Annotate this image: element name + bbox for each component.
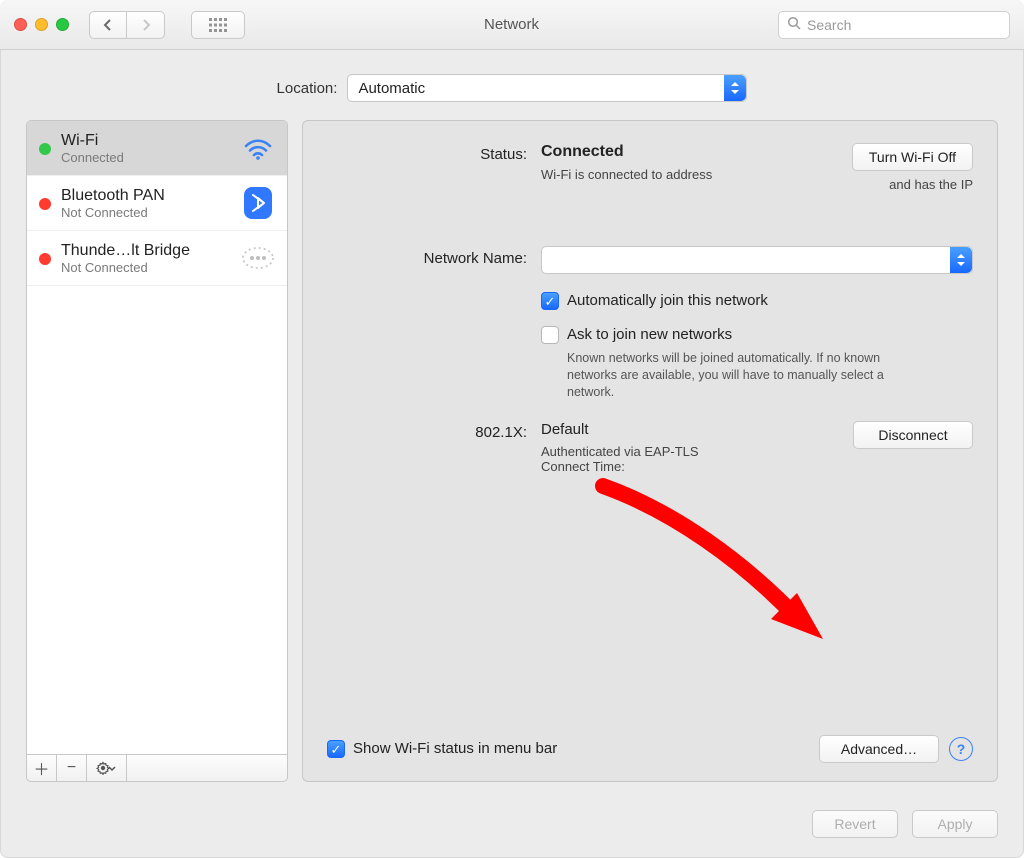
search-input[interactable]: Search	[778, 11, 1010, 39]
nav-arrows	[89, 11, 165, 39]
show-menu-bar-checkbox[interactable]: Show Wi-Fi status in menu bar	[327, 740, 557, 758]
sidebar-item-bluetooth[interactable]: Bluetooth PAN Not Connected	[27, 176, 287, 231]
network-name-label: Network Name:	[327, 212, 527, 267]
zoom-icon[interactable]	[56, 18, 69, 31]
window-title: Network	[255, 16, 768, 33]
checkbox-icon	[541, 292, 559, 310]
checkbox-icon	[541, 326, 559, 344]
location-select[interactable]: Automatic	[347, 74, 747, 102]
search-placeholder: Search	[807, 17, 851, 33]
advanced-button[interactable]: Advanced…	[819, 735, 939, 763]
ask-join-checkbox[interactable]: Ask to join new networks	[541, 326, 973, 344]
location-label: Location:	[277, 80, 338, 97]
show-all-button[interactable]	[191, 11, 245, 39]
window-controls	[14, 18, 69, 31]
forward-button[interactable]	[127, 11, 165, 39]
interface-name: Thunde…lt Bridge	[61, 242, 231, 260]
help-button[interactable]: ?	[949, 737, 973, 761]
location-value: Automatic	[358, 80, 425, 97]
thunderbolt-icon	[241, 241, 275, 275]
status-dot-icon	[39, 143, 51, 155]
ask-join-desc: Known networks will be joined automatica…	[541, 350, 901, 401]
interface-name: Bluetooth PAN	[61, 187, 231, 205]
add-interface-button[interactable]: ＋	[27, 755, 57, 781]
show-menu-bar-label: Show Wi-Fi status in menu bar	[353, 740, 557, 757]
bluetooth-icon	[241, 186, 275, 220]
chevron-updown-icon	[950, 247, 972, 273]
network-name-select[interactable]	[541, 246, 973, 274]
interface-status: Connected	[61, 150, 231, 165]
search-icon	[787, 16, 801, 33]
dot1x-connect-time: Connect Time:	[541, 459, 835, 474]
body: Wi-Fi Connected Bluetooth PAN Not Connec…	[0, 120, 1024, 798]
back-button[interactable]	[89, 11, 127, 39]
dot1x-auth: Authenticated via EAP-TLS	[541, 444, 835, 459]
status-value: Connected	[541, 143, 834, 161]
location-row: Location: Automatic	[0, 50, 1024, 120]
checkbox-icon	[327, 740, 345, 758]
window-footer: Revert Apply	[0, 798, 1024, 858]
dot1x-label: 802.1X:	[327, 421, 527, 441]
sidebar-item-wifi[interactable]: Wi-Fi Connected	[27, 121, 287, 176]
dot1x-value: Default	[541, 421, 835, 438]
interface-sidebar: Wi-Fi Connected Bluetooth PAN Not Connec…	[26, 120, 288, 782]
ip-note: and has the IP	[852, 177, 973, 192]
turn-wifi-off-button[interactable]: Turn Wi-Fi Off	[852, 143, 973, 171]
panel-footer: Show Wi-Fi status in menu bar Advanced… …	[327, 723, 973, 763]
annotation-arrow-icon	[583, 471, 843, 651]
minimize-icon[interactable]	[35, 18, 48, 31]
interface-actions-menu[interactable]	[87, 755, 127, 781]
titlebar: Network Search	[0, 0, 1024, 50]
interface-detail-panel: Status: Connected Wi-Fi is connected to …	[302, 120, 998, 782]
network-prefs-window: Network Search Location: Automatic Wi-Fi	[0, 0, 1024, 858]
revert-button[interactable]: Revert	[812, 810, 898, 838]
auto-join-label: Automatically join this network	[567, 292, 768, 309]
ask-join-label: Ask to join new networks	[567, 326, 732, 343]
disconnect-button[interactable]: Disconnect	[853, 421, 973, 449]
interface-list: Wi-Fi Connected Bluetooth PAN Not Connec…	[26, 120, 288, 754]
wifi-icon	[241, 131, 275, 165]
interface-status: Not Connected	[61, 260, 231, 275]
interface-status: Not Connected	[61, 205, 231, 220]
sidebar-item-thunderbolt[interactable]: Thunde…lt Bridge Not Connected	[27, 231, 287, 286]
status-label: Status:	[327, 143, 527, 163]
status-dot-icon	[39, 198, 51, 210]
sidebar-footer: ＋ −	[26, 754, 288, 782]
interface-name: Wi-Fi	[61, 132, 231, 150]
status-desc: Wi-Fi is connected to address	[541, 167, 781, 182]
apply-button[interactable]: Apply	[912, 810, 998, 838]
auto-join-checkbox[interactable]: Automatically join this network	[541, 292, 973, 310]
chevron-updown-icon	[724, 75, 746, 101]
status-dot-icon	[39, 253, 51, 265]
remove-interface-button[interactable]: −	[57, 755, 87, 781]
close-icon[interactable]	[14, 18, 27, 31]
